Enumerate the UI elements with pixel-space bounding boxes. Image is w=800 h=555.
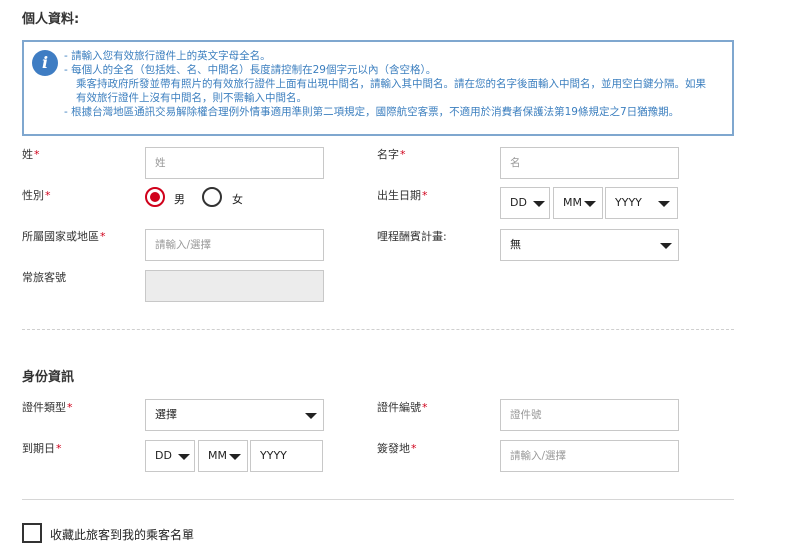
doc-type-label: 證件類型*	[22, 401, 73, 414]
country-label: 所屬國家或地區*	[22, 230, 106, 243]
save-passenger-checkbox[interactable]	[22, 523, 42, 543]
surname-input[interactable]: 姓	[145, 147, 324, 179]
surname-label: 姓*	[22, 148, 40, 161]
expiry-year-select[interactable]: YYYY	[250, 440, 323, 472]
info-line-4: 有效旅行證件上沒有中間名，則不需輸入中間名。	[76, 92, 307, 104]
info-line-2: - 每個人的全名（包括姓、名、中間名）長度請控制在29個字元以內（含空格）。	[64, 64, 437, 76]
chevron-down-icon	[178, 454, 190, 460]
info-notice-text: - 請輸入您有效旅行證件上的英文字母全名。 - 每個人的全名（包括姓、名、中間名…	[64, 49, 729, 119]
info-line-3: 乘客持政府所發並帶有照片的有效旅行證件上面有出現中間名，請輸入其中間名。請在您的…	[76, 78, 706, 90]
doc-number-label: 證件編號*	[377, 401, 428, 414]
gender-male-label[interactable]: 男	[174, 191, 185, 207]
frequent-flyer-input	[145, 270, 324, 302]
dob-year-select[interactable]: YYYY	[605, 187, 678, 219]
chevron-down-icon	[658, 201, 670, 207]
info-icon: i	[32, 50, 58, 76]
dob-label: 出生日期*	[377, 189, 428, 202]
required-mark: *	[56, 442, 62, 455]
issue-place-label: 簽發地*	[377, 442, 417, 455]
required-mark: *	[400, 148, 406, 161]
given-name-input[interactable]: 名	[500, 147, 679, 179]
given-name-label: 名字*	[377, 148, 406, 161]
required-mark: *	[34, 148, 40, 161]
info-line-5: - 根據台灣地區通訊交易解除權合理例外情事適用準則第二項規定，國際航空客票，不適…	[64, 106, 680, 118]
gender-female-label[interactable]: 女	[232, 191, 243, 207]
required-mark: *	[422, 401, 428, 414]
required-mark: *	[45, 189, 51, 202]
country-input[interactable]: 請輸入/選擇	[145, 229, 324, 261]
doc-type-select[interactable]: 選擇	[145, 399, 324, 431]
dob-day-select[interactable]: DD	[500, 187, 550, 219]
section-divider	[22, 329, 734, 330]
radio-selected-dot	[150, 192, 160, 202]
save-passenger-label[interactable]: 收藏此旅客到我的乘客名單	[50, 526, 194, 543]
issue-place-input[interactable]: 請輸入/選擇	[500, 440, 679, 472]
frequent-flyer-label: 常旅客號	[22, 271, 66, 284]
gender-male-radio[interactable]	[145, 187, 165, 207]
dob-month-select[interactable]: MM	[553, 187, 603, 219]
required-mark: *	[422, 189, 428, 202]
personal-section-title: 個人資料:	[22, 12, 80, 27]
expiry-month-select[interactable]: MM	[198, 440, 248, 472]
required-mark: *	[411, 442, 417, 455]
expiry-day-select[interactable]: DD	[145, 440, 195, 472]
chevron-down-icon	[660, 243, 672, 249]
gender-label: 性別*	[22, 189, 51, 202]
gender-female-radio[interactable]	[202, 187, 222, 207]
section-divider	[22, 499, 734, 500]
identity-section-title: 身份資訊	[22, 370, 75, 385]
mileage-program-label: 哩程酬賓計畫:	[377, 230, 447, 243]
info-line-1: - 請輸入您有效旅行證件上的英文字母全名。	[64, 50, 271, 62]
chevron-down-icon	[305, 413, 317, 419]
info-notice-box: i - 請輸入您有效旅行證件上的英文字母全名。 - 每個人的全名（包括姓、名、中…	[22, 40, 734, 136]
chevron-down-icon	[229, 454, 241, 460]
required-mark: *	[67, 401, 73, 414]
chevron-down-icon	[533, 201, 545, 207]
required-mark: *	[100, 230, 106, 243]
doc-number-input[interactable]: 證件號	[500, 399, 679, 431]
chevron-down-icon	[584, 201, 596, 207]
mileage-program-select[interactable]: 無	[500, 229, 679, 261]
expiry-label: 到期日*	[22, 442, 62, 455]
